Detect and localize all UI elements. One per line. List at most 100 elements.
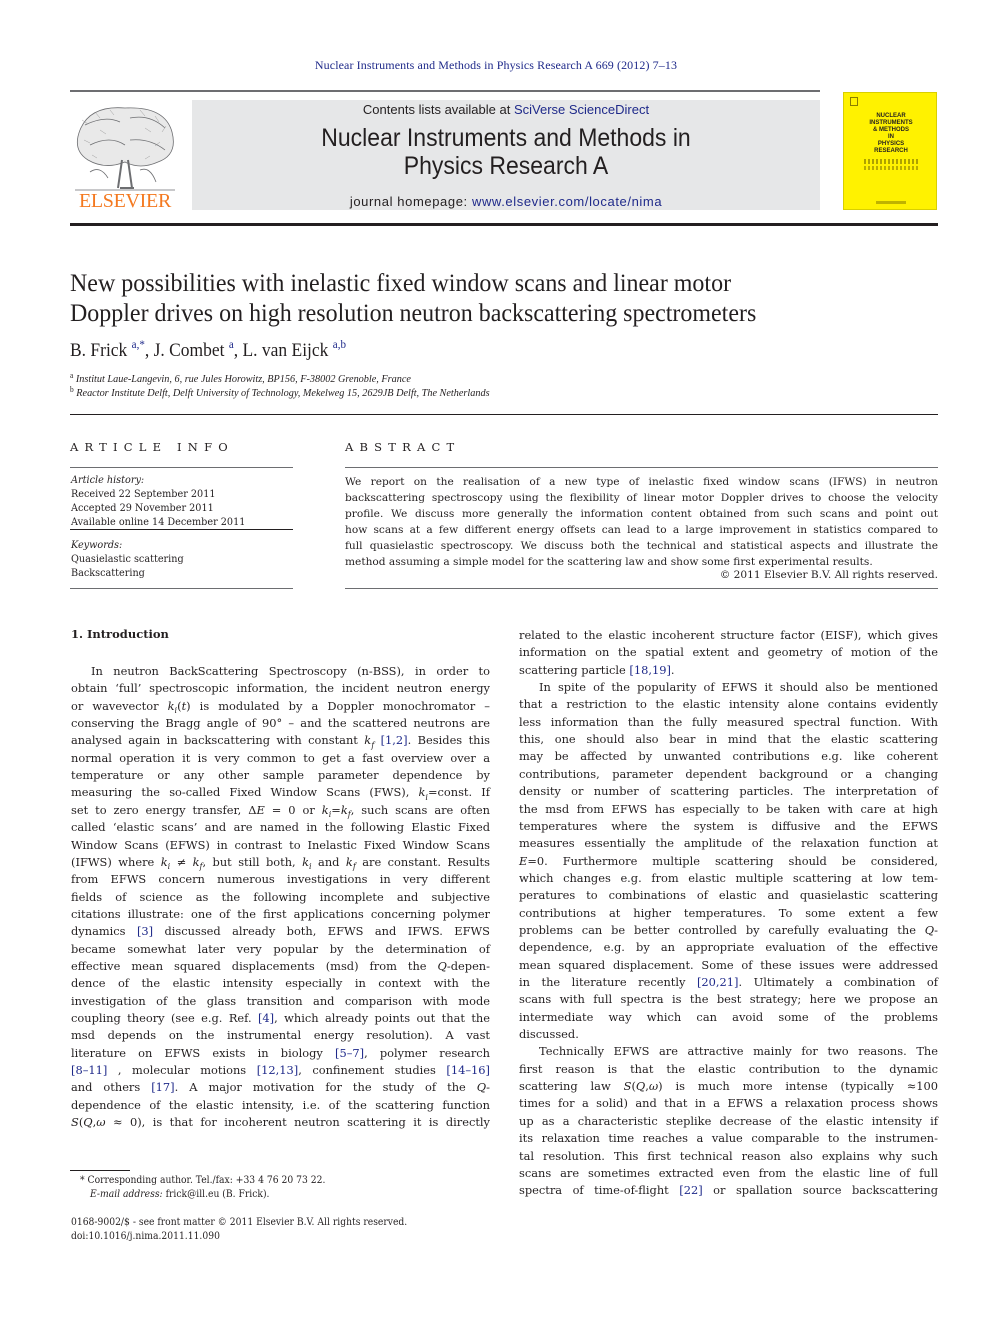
affiliation-a: a Institut Laue-Langevin, 6, rue Jules H… <box>70 372 411 386</box>
abstract-line: We report on the realisation of a new ty… <box>345 476 938 488</box>
author-name: B. Frick <box>70 340 128 361</box>
article-info-rule <box>70 529 293 530</box>
journal-cover-thumbnail[interactable]: NUCLEAR INSTRUMENTS & METHODS IN PHYSICS… <box>843 92 937 210</box>
body-text-line: dependence, e.g. by an appropriate evalu… <box>519 940 938 955</box>
body-text-line: scattering particle [18,19]. <box>519 662 675 677</box>
body-text-line: temperature or any other sample paramete… <box>71 768 490 783</box>
body-text-line: (IFWS) where ki ≠ kf, but still both, ki… <box>71 854 490 872</box>
available-online-date: Available online 14 December 2011 <box>71 516 246 528</box>
article-info-heading: ARTICLE INFO <box>70 440 234 454</box>
citation-link[interactable]: [17] <box>151 1080 174 1094</box>
article-history-label: Article history: <box>71 474 145 486</box>
contents-line: Contents lists available at SciVerse Sci… <box>192 102 820 117</box>
abstract-line: method assuming a simple model for the s… <box>345 556 873 568</box>
body-text-line: the msd from EFWS has especially to be t… <box>519 801 938 816</box>
body-text-line: from EFWS concern numerous investigation… <box>71 872 490 887</box>
cover-title: NUCLEAR INSTRUMENTS & METHODS IN PHYSICS… <box>869 113 913 154</box>
citation-link[interactable]: [5–7] <box>335 1046 364 1060</box>
body-text-line: related to the elastic incoherent struct… <box>519 628 938 642</box>
citation-link[interactable]: [1,2] <box>381 733 408 747</box>
masthead-rule <box>70 223 938 226</box>
body-text-line: became somewhat later very popular by th… <box>71 941 490 956</box>
journal-title-line-2: Physics Research A <box>403 152 609 180</box>
author-separator: , <box>144 340 154 361</box>
front-matter-note: 0168-9002/$ - see front matter © 2011 El… <box>71 1217 408 1228</box>
cover-subtitle-decoration <box>864 159 920 164</box>
body-text-line: spectra of time-of-flight [22] or spalla… <box>519 1183 938 1198</box>
body-text-line: called ‘elastic scans’ and are named in … <box>71 820 490 835</box>
body-text-line: fields of science as the following incom… <box>71 889 490 904</box>
cover-subtitle-decoration <box>864 166 920 170</box>
cover-footer-decoration <box>876 201 906 204</box>
body-text-line: this, one should also bear in mind that … <box>519 732 938 747</box>
body-text-line: intermediate way which can avoid some of… <box>519 1009 938 1024</box>
body-text-line: contributions, parameter dependent backg… <box>519 766 938 781</box>
citation-link[interactable]: [12,13] <box>257 1063 299 1077</box>
body-text-line: peratures to combinations of elastic and… <box>519 888 938 903</box>
affiliation-text: Institut Laue-Langevin, 6, rue Jules Hor… <box>75 373 411 385</box>
affiliation-mark: b <box>70 385 74 394</box>
body-text-line: tal resolution. This first technical rea… <box>519 1148 938 1163</box>
sciencedirect-link[interactable]: SciVerse ScienceDirect <box>514 102 649 117</box>
cover-emblem-icon <box>850 97 858 106</box>
body-text-line: conserving the Bragg angle of 90° – and … <box>71 716 490 731</box>
citation-link[interactable]: [4] <box>258 1011 274 1025</box>
body-text-line: set to zero energy transfer, ΔE = 0 or k… <box>71 802 490 820</box>
footnote-rule <box>70 1170 130 1171</box>
citation-link[interactable]: [8–11] <box>71 1063 107 1077</box>
body-text-line: may be affected by unwanted contribution… <box>519 749 938 764</box>
body-text-line: its relaxation time reaches a value comp… <box>519 1131 938 1146</box>
running-head[interactable]: Nuclear Instruments and Methods in Physi… <box>0 58 992 73</box>
body-text-line: less information than the fully measured… <box>519 714 938 729</box>
body-text-line: that a restriction to the elastic intens… <box>519 697 938 712</box>
abstract-heading: ABSTRACT <box>345 440 461 454</box>
body-text-line: scattering law S(Q,ω) is much more inten… <box>519 1079 938 1094</box>
journal-title-line-1: Nuclear Instruments and Methods in <box>321 124 691 152</box>
body-text-line: effective mean squared displacements (ms… <box>71 958 490 973</box>
received-date: Received 22 September 2011 <box>71 488 216 500</box>
body-text-line: scans with full spectra is the best stra… <box>519 992 938 1007</box>
citation-link[interactable]: [22] <box>679 1183 702 1197</box>
contents-prefix: Contents lists available at <box>362 102 514 117</box>
journal-homepage: journal homepage: www.elsevier.com/locat… <box>192 194 820 209</box>
body-text-line: E=0. Furthermore multiple scattering sho… <box>519 853 938 868</box>
article-info-rule <box>70 588 293 589</box>
email-note: E-mail address: frick@ill.eu (B. Frick). <box>90 1189 269 1200</box>
body-text-line: citations illustrate: one of the first a… <box>71 906 490 921</box>
body-text-line: and others [17]. A major motivation for … <box>71 1080 490 1095</box>
body-text-line: contributions at higher temperatures. To… <box>519 905 938 920</box>
keyword[interactable]: Quasielastic scattering <box>71 553 184 565</box>
body-text-line: temperatures where the system is diffusi… <box>519 818 938 833</box>
author-list: B. Frick a,*, J. Combet a, L. van Eijck … <box>70 337 346 362</box>
body-text-line: discussed. <box>519 1027 579 1042</box>
email-label: E-mail address: <box>90 1189 163 1200</box>
body-text-line: normal operation it is very common to ge… <box>71 750 490 765</box>
body-text-line: obtain ‘full’ spectroscopic information,… <box>71 681 490 696</box>
section-heading-introduction: 1. Introduction <box>71 627 169 641</box>
affiliation-text: Reactor Institute Delft, Delft Universit… <box>76 387 490 399</box>
body-text-line: investigation of the glass transition an… <box>71 993 490 1008</box>
citation-link[interactable]: [3] <box>137 924 153 938</box>
author-affiliation-mark[interactable]: a,* <box>132 337 145 351</box>
body-text-line: msd depends on the instrumental energy r… <box>71 1028 490 1043</box>
journal-title: Nuclear Instruments and Methods in Physi… <box>217 124 795 180</box>
homepage-link[interactable]: www.elsevier.com/locate/nima <box>472 194 662 209</box>
body-text-line: measures essentially the amplitude of th… <box>519 836 938 851</box>
abstract-rule <box>345 467 938 468</box>
author-affiliation-mark[interactable]: a,b <box>333 337 346 351</box>
body-text-line: analysed again in backscattering with co… <box>71 733 490 750</box>
body-text-line: Window Scans (EFWS) in contrast to Inela… <box>71 837 490 852</box>
keyword[interactable]: Backscattering <box>71 567 145 579</box>
body-text-line: which changes e.g. from elastic multiple… <box>519 870 938 885</box>
elsevier-wordmark[interactable]: ELSEVIER <box>70 190 180 213</box>
body-text-line: or wavevector ki(t) is modulated by a Do… <box>71 698 490 715</box>
citation-link[interactable]: [20,21] <box>697 975 739 989</box>
body-text-line: scans are sometimes extracted even from … <box>519 1165 938 1180</box>
affiliation-b: b Reactor Institute Delft, Delft Univers… <box>70 385 490 400</box>
citation-link[interactable]: [18,19] <box>629 663 671 677</box>
citation-link[interactable]: [14–16] <box>446 1063 490 1077</box>
doi[interactable]: doi:10.1016/j.nima.2011.11.090 <box>71 1231 220 1242</box>
email-address[interactable]: frick@ill.eu (B. Frick). <box>163 1189 270 1200</box>
article-title-line-1: New possibilities with inelastic fixed w… <box>70 268 732 297</box>
body-text-line: literature on EFWS exists in biology [5–… <box>71 1045 490 1060</box>
